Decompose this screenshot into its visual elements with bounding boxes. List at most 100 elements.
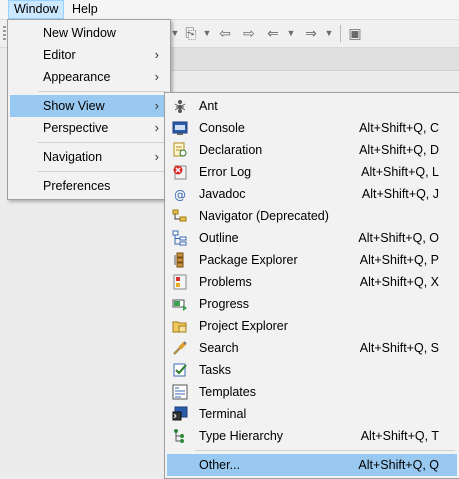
menu-item-preferences[interactable]: Preferences [10, 175, 168, 197]
chevron-right-icon: › [154, 47, 159, 62]
package-explorer-icon [174, 252, 184, 268]
menu-item-console[interactable]: Console Alt+Shift+Q, C [167, 117, 457, 139]
menu-item-label: Perspective [43, 121, 109, 135]
menu-item-label: Package Explorer [199, 253, 298, 267]
project-explorer-icon [172, 321, 187, 333]
dropdown-arrow-icon[interactable]: ▼ [320, 24, 338, 42]
pin-editor-icon[interactable]: ▣ [346, 24, 364, 42]
menu-item-new-window[interactable]: New Window [10, 22, 168, 44]
shortcut-label: Alt+Shift+Q, L [361, 165, 439, 179]
menu-separator [38, 91, 166, 92]
menu-item-editor[interactable]: Editor › [10, 44, 168, 66]
menu-item-outline[interactable]: Outline Alt+Shift+Q, O [167, 227, 457, 249]
menu-item-label: Editor [43, 48, 76, 62]
menu-item-project-explorer[interactable]: Project Explorer [167, 315, 457, 337]
ant-icon [174, 100, 186, 113]
menu-item-navigator[interactable]: Navigator (Deprecated) [167, 205, 457, 227]
menu-item-label: Other... [199, 458, 240, 472]
menu-item-label: Type Hierarchy [199, 429, 284, 443]
menu-item-package-explorer[interactable]: Package Explorer Alt+Shift+Q, P [167, 249, 457, 271]
menu-item-progress[interactable]: Progress [167, 293, 457, 315]
menu-item-label: Show View [43, 99, 105, 113]
menu-item-other[interactable]: Other... Alt+Shift+Q, Q [167, 454, 457, 476]
menu-item-error-log[interactable]: Error Log Alt+Shift+Q, L [167, 161, 457, 183]
chevron-right-icon: › [154, 69, 159, 84]
type-hierarchy-icon [174, 429, 184, 443]
menu-bar: Window Help [0, 0, 459, 20]
menu-item-tasks[interactable]: Tasks [167, 359, 457, 381]
menu-window[interactable]: Window [8, 0, 65, 19]
menu-item-declaration[interactable]: Declaration Alt+Shift+Q, D [167, 139, 457, 161]
menu-item-problems[interactable]: Problems Alt+Shift+Q, X [167, 271, 457, 293]
console-icon [172, 121, 188, 135]
menu-item-label: Problems [199, 275, 252, 289]
menu-item-label: Navigation [43, 150, 103, 164]
shortcut-label: Alt+Shift+Q, C [359, 121, 439, 135]
menu-item-navigation[interactable]: Navigation › [10, 146, 168, 168]
menu-item-label: Preferences [43, 179, 111, 193]
declaration-icon [173, 142, 187, 157]
shortcut-label: Alt+Shift+Q, X [359, 275, 439, 289]
menu-item-label: Ant [199, 99, 218, 113]
shortcut-label: Alt+Shift+Q, D [359, 143, 439, 157]
toolbar-grip[interactable] [3, 26, 6, 41]
shortcut-label: Alt+Shift+Q, Q [358, 458, 439, 472]
menu-item-label: Appearance [43, 70, 111, 84]
terminal-icon [172, 406, 188, 421]
shortcut-label: Alt+Shift+Q, P [359, 253, 439, 267]
chevron-right-icon: › [154, 120, 159, 135]
menu-item-label: Error Log [199, 165, 252, 179]
menu-item-label: Project Explorer [199, 319, 288, 333]
menu-item-ant[interactable]: Ant [167, 95, 457, 117]
problems-icon [173, 274, 187, 290]
menu-item-label: Navigator (Deprecated) [199, 209, 329, 223]
dropdown-arrow-icon[interactable]: ▼ [198, 24, 216, 42]
menu-item-appearance[interactable]: Appearance › [10, 66, 168, 88]
last-edit-icon[interactable]: ⇦ [216, 24, 234, 42]
menu-item-label: Console [199, 121, 245, 135]
search-icon [173, 341, 187, 355]
menu-item-show-view[interactable]: Show View › [10, 95, 168, 117]
progress-icon [172, 299, 187, 311]
menu-item-templates[interactable]: Templates [167, 381, 457, 403]
menu-help[interactable]: Help [67, 0, 103, 19]
menu-item-terminal[interactable]: Terminal [167, 403, 457, 425]
forward-icon[interactable]: ⇒ [302, 24, 320, 42]
window-menu: New Window Editor › Appearance › Show Vi… [7, 19, 171, 200]
dropdown-arrow-icon[interactable]: ▼ [282, 24, 300, 42]
chevron-right-icon: › [154, 98, 159, 113]
menu-item-search[interactable]: Search Alt+Shift+Q, S [167, 337, 457, 359]
tasks-icon [173, 363, 187, 377]
menu-item-label: Tasks [199, 363, 231, 377]
outline-icon [172, 230, 187, 246]
shortcut-label: Alt+Shift+Q, S [359, 341, 439, 355]
menu-item-label: New Window [43, 26, 116, 40]
menu-item-perspective[interactable]: Perspective › [10, 117, 168, 139]
menu-item-type-hierarchy[interactable]: Type Hierarchy Alt+Shift+Q, T [167, 425, 457, 447]
shortcut-label: Alt+Shift+Q, T [360, 429, 439, 443]
menu-item-label: Templates [199, 385, 256, 399]
menu-separator [195, 450, 455, 451]
toolbar-separator [340, 25, 341, 42]
menu-item-label: Javadoc [199, 187, 246, 201]
navigator-icon [172, 209, 187, 222]
menu-separator [38, 142, 166, 143]
menu-item-label: Search [199, 341, 239, 355]
editor-tab-strip [170, 48, 459, 71]
menu-item-label: Declaration [199, 143, 263, 157]
shortcut-label: Alt+Shift+Q, O [358, 231, 439, 245]
menu-separator [38, 171, 166, 172]
menu-item-label: Terminal [199, 407, 247, 421]
javadoc-icon: @ [174, 188, 186, 202]
next-edit-icon[interactable]: ⇨ [240, 24, 258, 42]
menu-item-label: Progress [199, 297, 250, 311]
menu-item-javadoc[interactable]: @ Javadoc Alt+Shift+Q, J [167, 183, 457, 205]
menu-item-label: Outline [199, 231, 239, 245]
templates-icon [172, 384, 188, 400]
chevron-right-icon: › [154, 149, 159, 164]
show-view-menu: Ant Console Alt+Shift+Q, C Declaration A… [164, 92, 459, 479]
back-icon[interactable]: ⇐ [264, 24, 282, 42]
error-log-icon [173, 165, 187, 180]
shortcut-label: Alt+Shift+Q, J [361, 187, 439, 201]
svg-text:@: @ [174, 188, 186, 202]
